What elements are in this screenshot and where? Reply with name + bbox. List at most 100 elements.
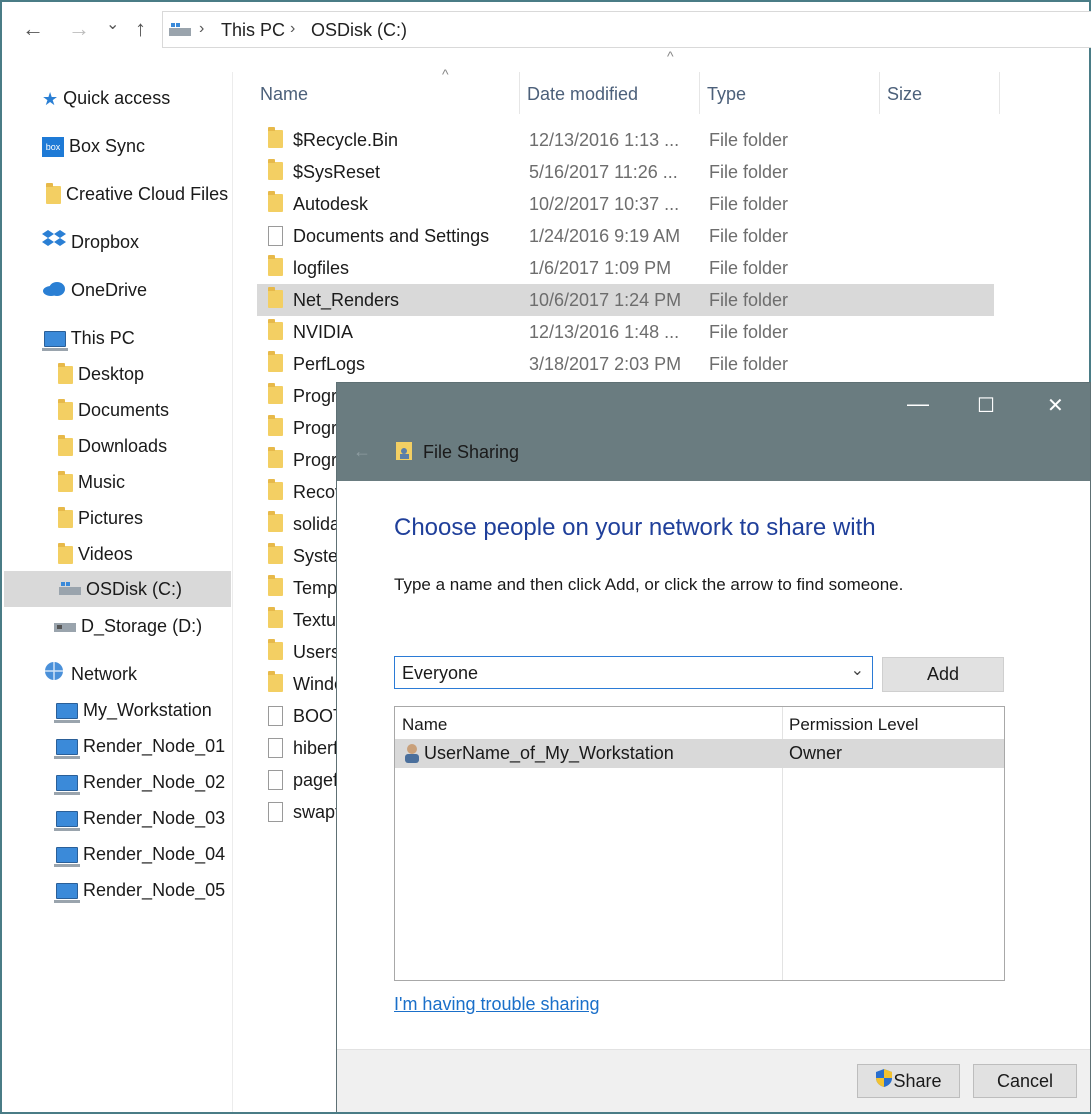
sidebar-item-osdisk[interactable]: OSDisk (C:) <box>4 571 231 607</box>
file-row[interactable]: swapf <box>257 796 340 828</box>
file-row[interactable]: $Recycle.Bin 12/13/2016 1:13 ... File fold… <box>257 124 994 156</box>
cancel-button[interactable]: Cancel <box>973 1064 1077 1098</box>
share-button[interactable]: Share <box>857 1064 960 1098</box>
folder-icon <box>268 575 283 596</box>
sidebar-item-dropbox[interactable]: Dropbox <box>42 227 139 257</box>
file-icon <box>268 738 283 758</box>
sidebar-item-render-node-02[interactable]: Render_Node_02 <box>54 767 225 797</box>
minimize-button[interactable]: — <box>907 391 929 417</box>
file-row[interactable]: Documents and Settings 1/24/2016 9:19 AM F… <box>257 220 994 252</box>
star-icon: ★ <box>42 89 59 110</box>
breadcrumb-separator: › <box>290 20 296 37</box>
sidebar-item-music[interactable]: Music <box>58 467 125 497</box>
sidebar-item-desktop[interactable]: Desktop <box>58 359 144 389</box>
file-row[interactable]: Temp <box>257 572 337 604</box>
computer-icon <box>54 703 80 724</box>
scroll-up-icon[interactable]: ^ <box>667 48 674 64</box>
cloud-icon <box>42 276 66 306</box>
column-divider[interactable] <box>879 72 880 114</box>
sidebar-item-downloads[interactable]: Downloads <box>58 431 167 461</box>
column-divider[interactable] <box>699 72 700 114</box>
file-row[interactable]: Textur <box>257 604 342 636</box>
recent-locations-icon[interactable]: ⌄ <box>106 14 119 36</box>
folder-icon <box>268 191 283 212</box>
file-row[interactable]: Users <box>257 636 340 668</box>
file-row[interactable]: Windo <box>257 668 344 700</box>
sidebar-item-quick-access[interactable]: ★ Quick access <box>42 83 170 113</box>
sidebar-item-box-sync[interactable]: box Box Sync <box>42 131 145 161</box>
creative-cloud-icon <box>46 183 61 205</box>
list-header-name[interactable]: Name <box>402 715 447 735</box>
permission-level[interactable]: Owner <box>789 743 842 764</box>
sidebar-item-videos[interactable]: Videos <box>58 539 133 569</box>
trouble-sharing-link[interactable]: I'm having trouble sharing <box>394 994 600 1015</box>
file-row-selected[interactable]: Net_Renders 10/6/2017 1:24 PM File folder <box>257 284 994 316</box>
dialog-titlebar[interactable]: — ☐ ✕ ← File Sharing <box>337 383 1090 481</box>
computer-icon <box>54 775 80 796</box>
back-arrow-icon[interactable]: ← <box>353 441 371 462</box>
sidebar-item-render-node-04[interactable]: Render_Node_04 <box>54 839 225 869</box>
sidebar-item-creative-cloud[interactable]: Creative Cloud Files <box>46 179 228 209</box>
file-row[interactable]: Recov <box>257 476 344 508</box>
back-arrow-icon[interactable]: ← <box>22 18 44 40</box>
column-header-name[interactable]: Name <box>260 84 308 105</box>
sidebar-item-network[interactable]: Network <box>42 659 137 689</box>
folder-icon <box>268 639 283 660</box>
sidebar-item-render-node-01[interactable]: Render_Node_01 <box>54 731 225 761</box>
close-button[interactable]: ✕ <box>1047 393 1064 418</box>
box-icon: box <box>42 137 64 158</box>
file-row[interactable]: solida <box>257 508 340 540</box>
add-button[interactable]: Add <box>882 657 1004 692</box>
column-divider[interactable] <box>999 72 1000 114</box>
file-row[interactable]: NVIDIA 12/13/2016 1:48 ... File folder <box>257 316 994 348</box>
file-row[interactable]: $SysReset 5/16/2017 11:26 ... File folder <box>257 156 994 188</box>
videos-folder-icon <box>58 543 73 565</box>
file-row[interactable]: Progr <box>257 380 337 412</box>
sidebar-item-render-node-05[interactable]: Render_Node_05 <box>54 875 225 905</box>
breadcrumb-osdisk[interactable]: OSDisk (C:) <box>311 20 407 41</box>
sidebar-item-render-node-03[interactable]: Render_Node_03 <box>54 803 225 833</box>
file-row[interactable]: pagef <box>257 764 338 796</box>
shortcut-icon <box>268 226 283 246</box>
file-row[interactable]: logfiles 1/6/2017 1:09 PM File folder <box>257 252 994 284</box>
file-row[interactable]: Progr <box>257 412 337 444</box>
computer-icon <box>54 847 80 868</box>
dialog-title: File Sharing <box>423 442 520 462</box>
address-bar[interactable]: › This PC › OSDisk (C:) <box>162 11 1091 48</box>
up-arrow-icon[interactable]: ↑ <box>135 18 146 40</box>
column-header-type[interactable]: Type <box>707 84 746 105</box>
file-row[interactable]: hiberf <box>257 732 338 764</box>
explorer-window: ← → ⌄ ↑ › This PC › OSDisk (C:) ★ Quick … <box>0 0 1091 1114</box>
sidebar-item-pictures[interactable]: Pictures <box>58 503 143 533</box>
list-header-permission[interactable]: Permission Level <box>789 715 918 735</box>
folder-icon <box>268 415 283 436</box>
column-header-size[interactable]: Size <box>887 84 922 105</box>
user-name: UserName_of_My_Workstation <box>424 743 674 763</box>
forward-arrow-icon[interactable]: → <box>68 18 90 40</box>
folder-icon <box>268 127 283 148</box>
name-input[interactable]: Everyone <box>402 663 478 684</box>
computer-icon <box>54 883 80 904</box>
user-icon <box>403 743 421 768</box>
file-row[interactable]: BOOT <box>257 700 344 732</box>
sidebar-item-this-pc[interactable]: This PC <box>42 323 135 353</box>
sidebar-item-d-storage[interactable]: D_Storage (D:) <box>54 611 202 641</box>
sidebar-item-documents[interactable]: Documents <box>58 395 169 425</box>
list-item[interactable]: UserName_of_My_Workstation Owner <box>395 739 1004 768</box>
sidebar-item-my-workstation[interactable]: My_Workstation <box>54 695 212 725</box>
name-combobox[interactable]: Everyone ⌄ <box>394 656 873 689</box>
chevron-down-icon[interactable]: ⌄ <box>851 660 864 680</box>
file-row[interactable]: PerfLogs 3/18/2017 2:03 PM File folder <box>257 348 994 380</box>
folder-icon <box>268 159 283 180</box>
column-header-date[interactable]: Date modified <box>527 84 638 105</box>
maximize-button[interactable]: ☐ <box>977 393 995 418</box>
drive-icon <box>169 23 191 42</box>
breadcrumb-separator: › <box>199 20 205 37</box>
file-row[interactable]: Progr <box>257 444 337 476</box>
file-row[interactable]: Syster <box>257 540 344 572</box>
column-divider[interactable] <box>519 72 520 114</box>
drive-icon <box>59 572 82 608</box>
file-row[interactable]: Autodesk 10/2/2017 10:37 ... File folder <box>257 188 994 220</box>
breadcrumb-this-pc[interactable]: This PC <box>221 20 285 41</box>
sidebar-item-onedrive[interactable]: OneDrive <box>42 275 147 305</box>
